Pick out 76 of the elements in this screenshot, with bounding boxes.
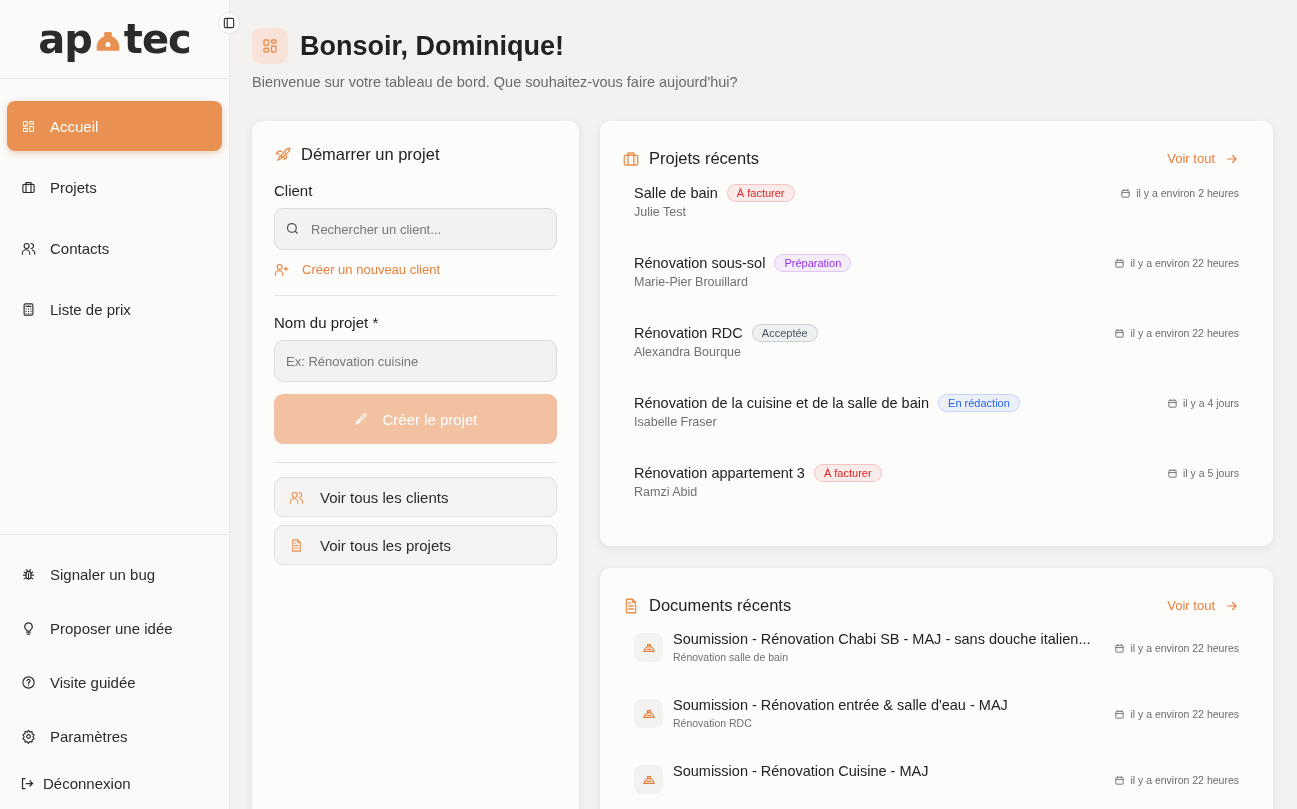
settings-icon (21, 728, 36, 744)
nav-item[interactable]: Liste de prix (7, 284, 222, 334)
nav-item[interactable]: Visite guidée (7, 657, 222, 707)
users-icon (289, 489, 304, 505)
project-name: Rénovation RDC (634, 325, 743, 341)
project-name: Salle de bain (634, 185, 718, 201)
document-name: Soumission - Rénovation Cuisine - MAJ (673, 763, 929, 779)
hard-hat-icon (634, 765, 663, 794)
client-name: Julie Test (634, 205, 687, 219)
timestamp: il y a 5 jours (1182, 467, 1239, 479)
timestamp: il y a environ 2 heures (1136, 187, 1239, 199)
timestamp: il y a environ 22 heures (1130, 708, 1239, 720)
client-name: Ramzi Abid (634, 485, 699, 499)
calendar-icon (1114, 257, 1126, 269)
users-icon (21, 240, 36, 256)
timestamp: il y a 4 jours (1182, 397, 1239, 409)
nav-item[interactable]: Proposer une idée (7, 603, 222, 653)
card-title: Projets récents (649, 149, 760, 168)
project-name: Rénovation RDC (673, 717, 752, 729)
calendar-icon (1114, 708, 1126, 720)
document-icon (289, 537, 304, 553)
project-name: Rénovation appartement 3 (634, 465, 805, 481)
status-tag: Préparation (774, 254, 852, 272)
nav-item[interactable]: Contacts (7, 223, 222, 273)
sidebar-icon (222, 16, 236, 30)
lightbulb-icon (21, 620, 36, 636)
briefcase-icon (622, 149, 640, 168)
nav-item[interactable]: Paramètres (7, 711, 222, 761)
add-user-icon (274, 262, 289, 277)
page-subtitle: Bienvenue sur votre tableau de bord. Que souhaitez-vous faire aujourd'hui? (252, 74, 739, 90)
logo: ap tec (38, 16, 191, 62)
card-title: Démarrer un projet (301, 145, 440, 164)
timestamp: il y a environ 22 heures (1130, 774, 1239, 786)
sidebar-toggle-button[interactable] (218, 12, 240, 34)
document-name: Soumission - Rénovation Chabi SB - MAJ - sans douche italien... (673, 631, 1091, 647)
hard-hat-icon (634, 633, 663, 662)
dashboard-icon (21, 118, 36, 134)
logout-button[interactable]: Déconnexion (20, 765, 222, 809)
calendar-icon (1114, 642, 1126, 654)
status-tag: En rédaction (938, 394, 1020, 412)
project-name-field[interactable]: Ex: Rénovation cuisine (274, 340, 557, 382)
document-name: Soumission - Rénovation entrée & salle d'eau - MAJ (673, 697, 1008, 713)
calendar-icon (1120, 187, 1132, 199)
nav-item[interactable]: Signaler un bug (7, 549, 222, 599)
calendar-icon (1166, 467, 1178, 479)
hard-hat-icon (634, 699, 663, 728)
briefcase-icon (21, 179, 36, 195)
nav-link-button[interactable]: Voir tous les projets (274, 525, 557, 565)
calendar-icon (1166, 397, 1178, 409)
nav-link-button[interactable]: Voir tous les clients (274, 477, 557, 517)
card-title: Documents récents (649, 596, 792, 615)
timestamp: il y a environ 22 heures (1130, 327, 1239, 339)
project-name: Rénovation de la cuisine et de la salle de bain (634, 395, 930, 411)
search-field[interactable]: Rechercher un client... (274, 208, 557, 250)
field-label: Client (274, 182, 314, 199)
client-name: Isabelle Fraser (634, 415, 718, 429)
nav-item[interactable]: Projets (7, 162, 222, 212)
calculator-icon (21, 301, 36, 317)
status-tag: Acceptée (751, 324, 818, 342)
field-label: Nom du projet * (274, 314, 380, 331)
calendar-icon (1114, 774, 1126, 786)
project-name: Rénovation salle de bain (673, 651, 788, 663)
search-icon (285, 221, 300, 236)
timestamp: il y a environ 22 heures (1130, 257, 1239, 269)
timestamp: il y a environ 22 heures (1130, 642, 1239, 654)
status-tag: À facturer (726, 184, 795, 202)
page-title: Bonsoir, Dominique! (300, 30, 564, 62)
client-name: Marie-Pier Brouillard (634, 275, 749, 289)
project-name: Rénovation sous-sol (634, 255, 766, 271)
calendar-icon (1114, 327, 1126, 339)
dashboard-icon (252, 28, 288, 64)
client-name: Alexandra Bourque (634, 345, 743, 359)
bug-icon (21, 566, 36, 582)
help-icon (21, 674, 36, 690)
status-tag: À facturer (813, 464, 882, 482)
logout-icon (20, 775, 35, 791)
